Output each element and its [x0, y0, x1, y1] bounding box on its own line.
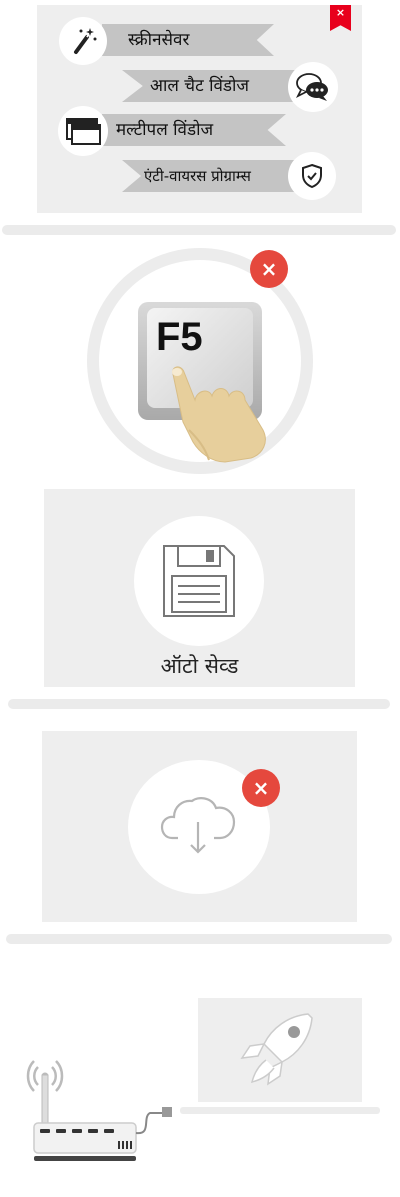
chat-bubbles-icon: [288, 62, 338, 112]
divider: [2, 225, 396, 235]
magic-wand-icon: [59, 17, 107, 65]
pointing-hand-icon: [172, 366, 266, 463]
autosave-label: ऑटो सेव्ड: [160, 654, 239, 678]
cloud-download-icon: [160, 797, 236, 854]
floppy-disk-icon: [163, 545, 235, 617]
f5-key-label: F5: [156, 315, 203, 359]
close-badge-cloud[interactable]: ×: [242, 769, 280, 807]
router-icon: [26, 1060, 172, 1161]
antivirus-label: एंटी-वायरस प्रोग्राम्स: [122, 160, 312, 192]
divider: [6, 934, 392, 944]
rocket-icon: [240, 1013, 313, 1086]
connection-line: [180, 1107, 380, 1114]
close-icon: ×: [335, 6, 346, 19]
screensaver-label: स्क्रीनसेवर: [102, 24, 274, 56]
close-badge-refresh[interactable]: ×: [250, 250, 288, 288]
windows-icon: [58, 106, 108, 156]
multiple-windows-label: मल्टीपल विंडोज: [102, 114, 286, 146]
shield-icon: [288, 152, 336, 200]
divider: [8, 699, 390, 709]
